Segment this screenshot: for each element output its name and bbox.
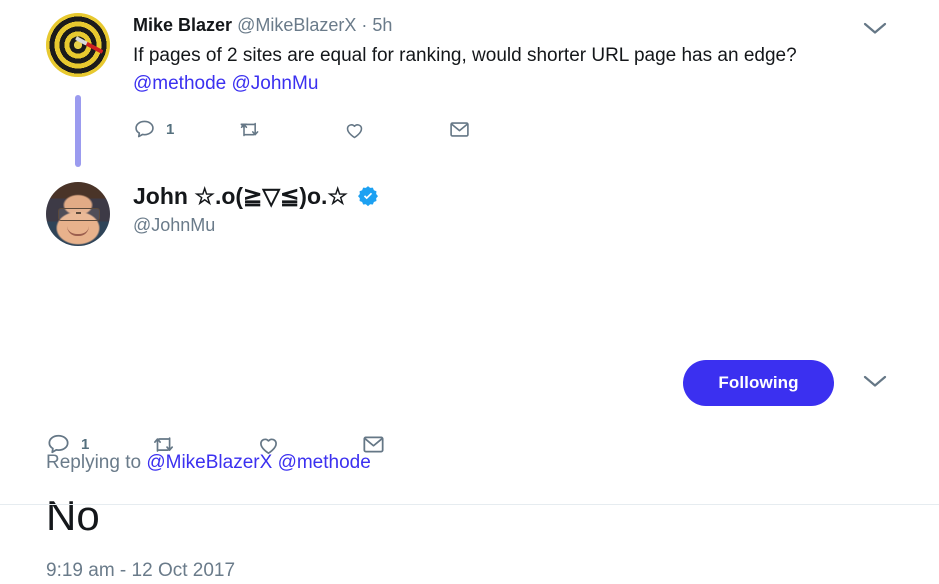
main-display-name[interactable]: John ☆.o(≧▽≦)o.☆: [133, 182, 348, 210]
mention-link-johnmu[interactable]: @JohnMu: [232, 73, 319, 94]
reply-icon: [133, 118, 156, 141]
following-button[interactable]: Following: [683, 360, 834, 406]
main-more-menu[interactable]: [862, 373, 888, 394]
main-tweet-header: John ☆.o(≧▽≦)o.☆ @JohnMu: [133, 182, 379, 238]
chevron-down-icon: [862, 375, 888, 393]
reply-count: 1: [81, 436, 90, 453]
parent-tweet-text: If pages of 2 sites are equal for rankin…: [133, 42, 823, 98]
chevron-down-icon: [862, 22, 888, 40]
like-action[interactable]: [343, 119, 448, 141]
like-action[interactable]: [256, 433, 361, 457]
dartboard-avatar: [46, 13, 110, 77]
mention-link-methode[interactable]: @methode: [133, 73, 226, 94]
verified-badge-icon: [357, 185, 379, 207]
share-action[interactable]: [361, 433, 466, 456]
share-action[interactable]: [448, 119, 553, 140]
reply-action[interactable]: 1: [133, 118, 238, 141]
parent-handle[interactable]: @MikeBlazerX: [237, 15, 356, 35]
retweet-action[interactable]: [238, 118, 343, 141]
john-mueller-avatar: [46, 182, 110, 246]
share-icon: [448, 119, 471, 140]
thread-connector-line: [75, 95, 81, 167]
reply-icon: [46, 432, 71, 457]
main-tweet-text: No: [46, 492, 100, 539]
meta-separator: ·: [361, 15, 368, 35]
smile-shape: [67, 226, 89, 236]
parent-tweet[interactable]: Mike Blazer @MikeBlazerX · 5h If pages o…: [0, 0, 939, 168]
retweet-icon: [238, 118, 262, 141]
share-icon: [361, 433, 386, 456]
avatar[interactable]: [46, 13, 110, 77]
dart-icon: [75, 36, 104, 54]
parent-display-name[interactable]: Mike Blazer: [133, 15, 232, 35]
glasses-shape: [58, 208, 100, 221]
retweet-action[interactable]: [151, 432, 256, 457]
main-action-bar: 1: [46, 432, 466, 457]
avatar[interactable]: [46, 182, 110, 246]
main-tweet-timestamp[interactable]: 9:19 am - 12 Oct 2017: [46, 558, 235, 584]
parent-more-menu[interactable]: [862, 20, 888, 41]
parent-action-bar: 1: [133, 118, 553, 141]
main-display-name-row: John ☆.o(≧▽≦)o.☆: [133, 182, 379, 210]
parent-timestamp[interactable]: 5h: [372, 15, 392, 35]
parent-tweet-header: Mike Blazer @MikeBlazerX · 5h: [133, 13, 392, 37]
like-icon: [256, 433, 281, 457]
reply-action[interactable]: 1: [46, 432, 151, 457]
parent-tweet-text-body: If pages of 2 sites are equal for rankin…: [133, 45, 797, 66]
like-icon: [343, 119, 366, 141]
bottom-divider: [0, 504, 939, 505]
tweet-thread: Mike Blazer @MikeBlazerX · 5h If pages o…: [0, 0, 939, 581]
reply-count: 1: [166, 121, 175, 138]
retweet-icon: [151, 432, 177, 457]
main-handle[interactable]: @JohnMu: [133, 212, 379, 238]
